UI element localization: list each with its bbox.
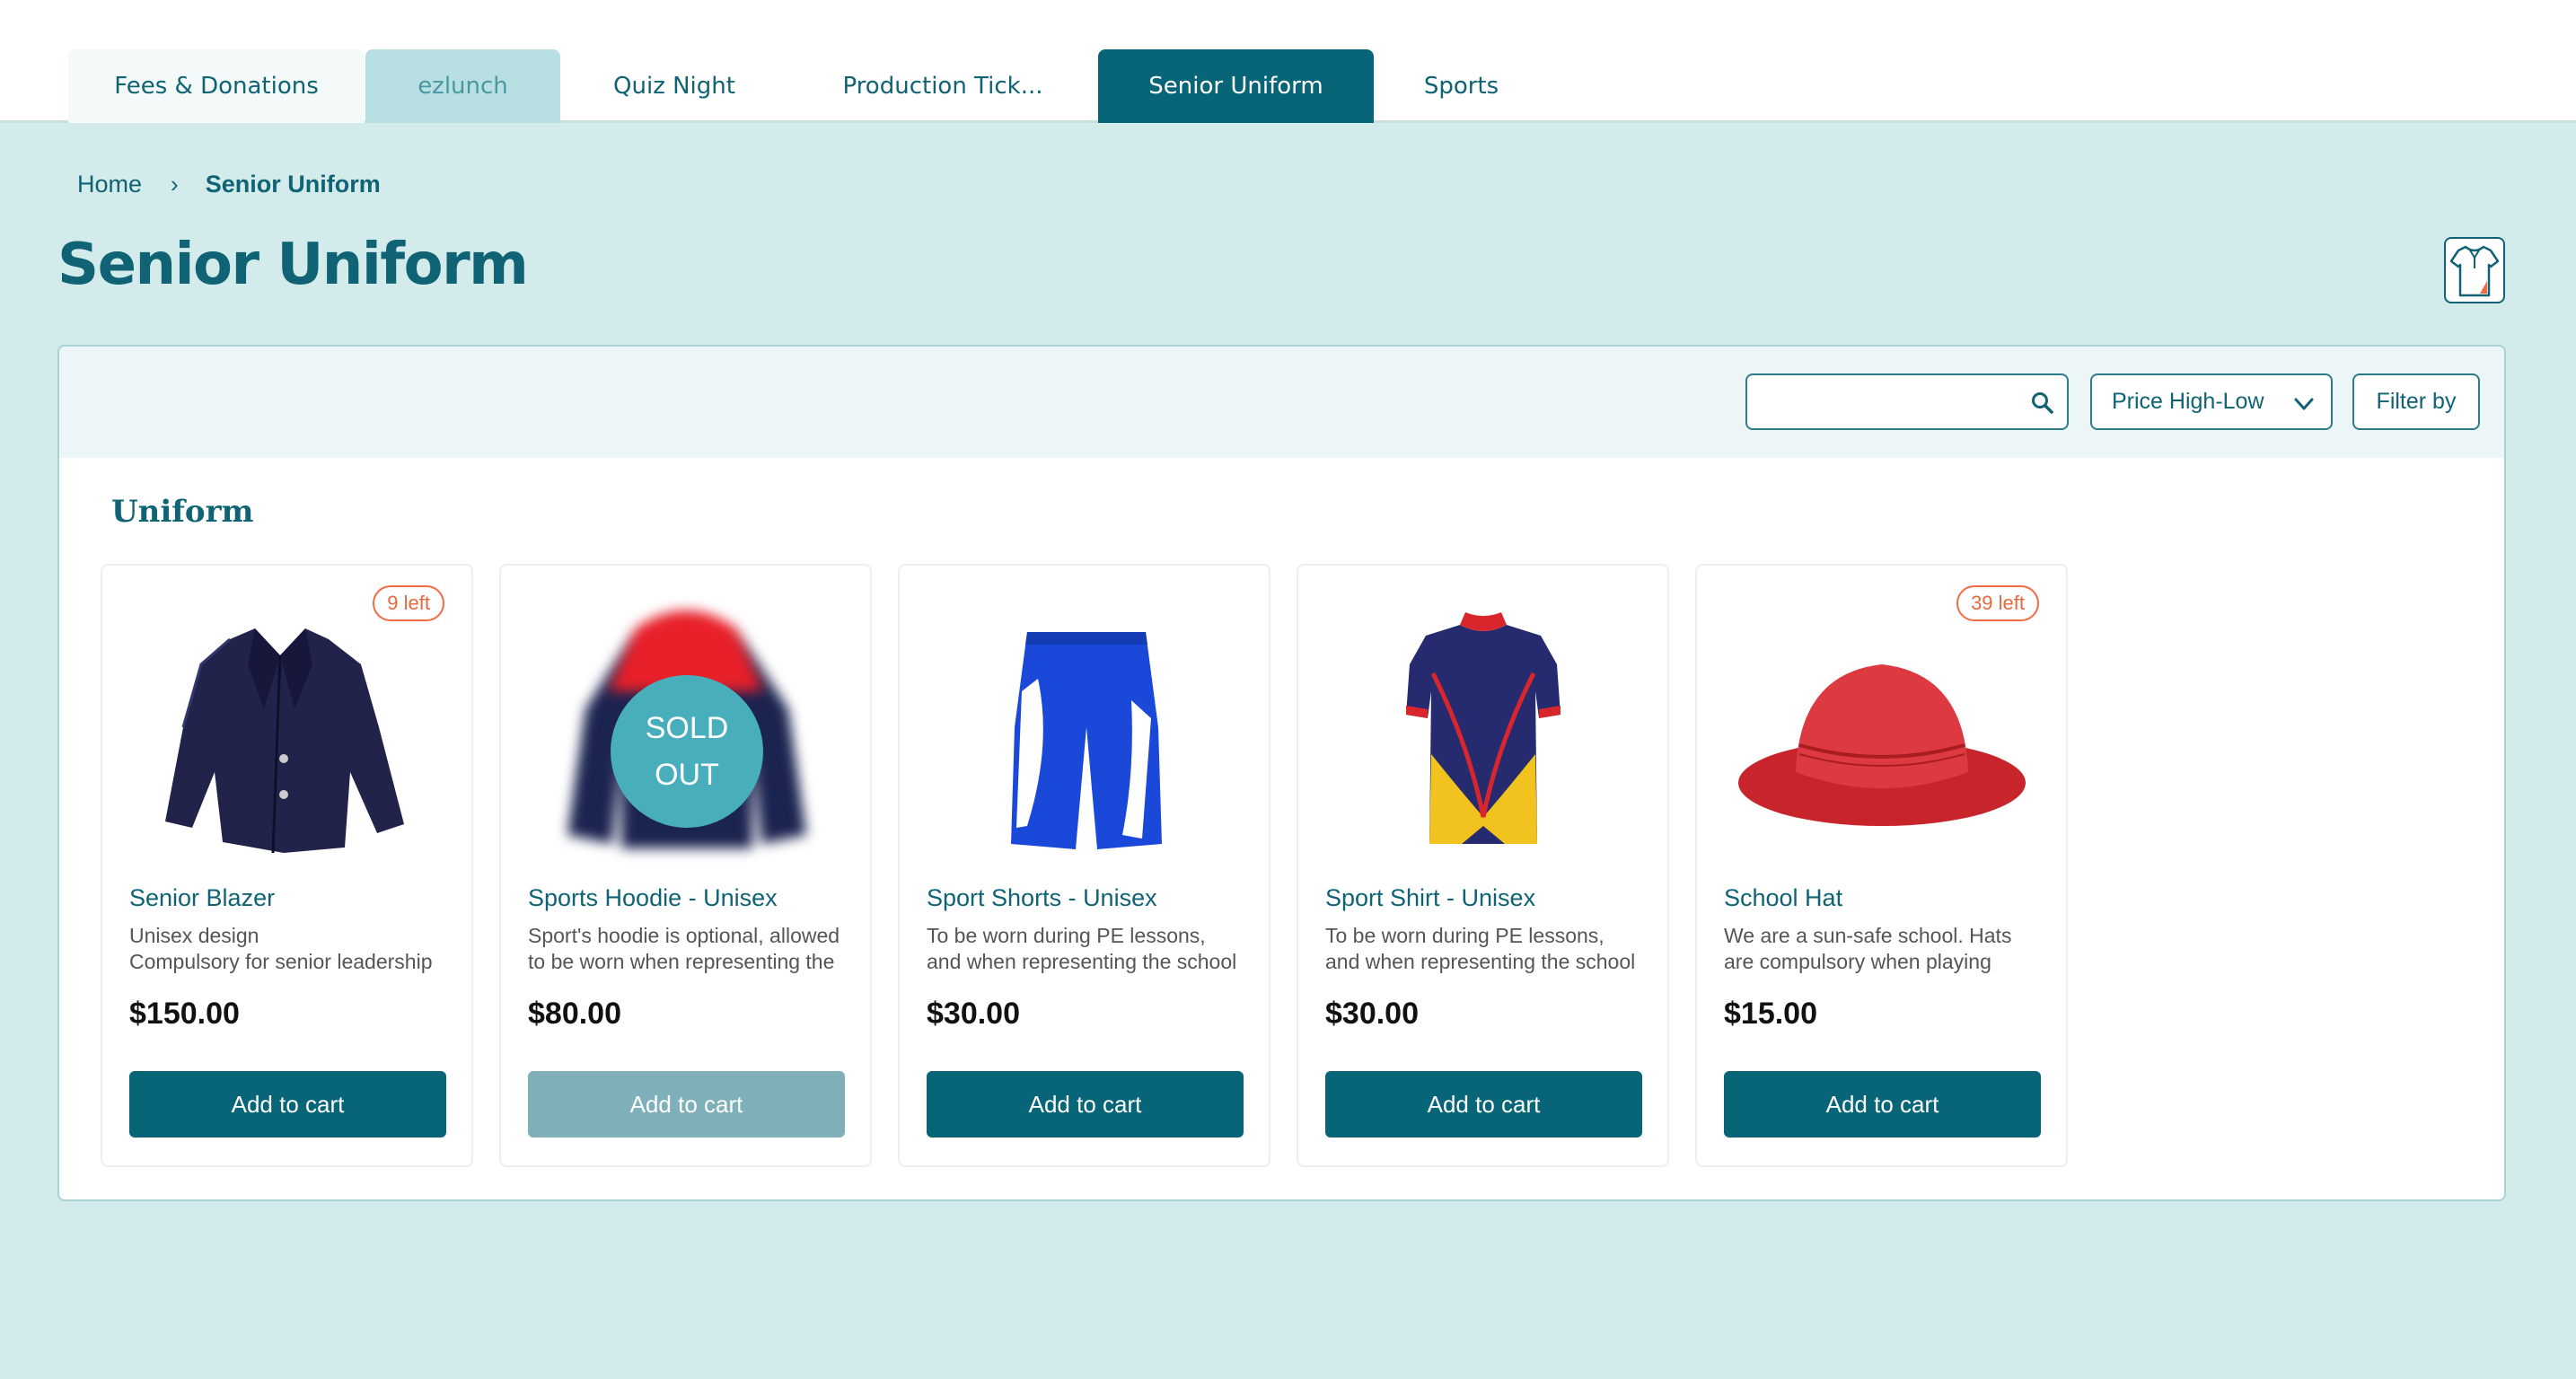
search-icon[interactable] [2031,391,2054,415]
add-to-cart-button[interactable]: Add to cart [528,1071,845,1137]
stock-badge: 39 left [1956,585,2039,621]
sort-dropdown[interactable]: Price High-Low [2090,373,2333,430]
panel-toolbar: Price High-Low Filter by [59,347,2504,458]
tab-fees-donations[interactable]: Fees & Donations [68,49,365,123]
product-card[interactable]: SOLD OUT Sports Hoodie - Unisex Sport's … [499,564,872,1167]
product-card[interactable]: Sport Shorts - Unisex To be worn during … [898,564,1270,1167]
product-price: $30.00 [1325,997,1419,1031]
add-to-cart-button[interactable]: Add to cart [129,1071,446,1137]
tab-sports[interactable]: Sports [1374,49,1549,123]
sold-out-text-line-2: OUT [655,758,719,792]
tab-ezlunch[interactable]: ezlunch [365,49,560,123]
product-card[interactable]: 9 left Senior Blazer Unisex design Compu… [101,564,473,1167]
product-name[interactable]: Senior Blazer [129,884,275,912]
product-price: $80.00 [528,997,621,1031]
breadcrumb: Home › Senior Uniform [77,171,381,198]
product-price: $30.00 [927,997,1020,1031]
breadcrumb-home-link[interactable]: Home [77,171,142,198]
sold-out-badge: SOLD OUT [611,675,763,828]
products-panel: Price High-Low Filter by Uniform 9 left … [57,345,2506,1201]
product-name[interactable]: Sport Shorts - Unisex [927,884,1157,912]
search-input[interactable] [1758,382,2018,422]
search-box[interactable] [1745,373,2069,430]
breadcrumb-current: Senior Uniform [205,171,381,198]
product-description: We are a sun-safe school. Hats are compu… [1724,924,2024,979]
add-to-cart-button[interactable]: Add to cart [927,1071,1244,1137]
product-description: To be worn during PE lessons, and when r… [927,924,1237,979]
product-name[interactable]: Sports Hoodie - Unisex [528,884,778,912]
product-price: $15.00 [1724,997,1817,1031]
product-description: To be worn during PE lessons, and when r… [1325,924,1636,979]
product-card[interactable]: Sport Shirt - Unisex To be worn during P… [1297,564,1669,1167]
add-to-cart-button[interactable]: Add to cart [1325,1071,1642,1137]
tab-production-tickets[interactable]: Production Tick... [788,49,1097,123]
product-card[interactable]: 39 left School Hat We are a sun-safe sch… [1695,564,2068,1167]
product-name[interactable]: Sport Shirt - Unisex [1325,884,1535,912]
product-price: $150.00 [129,997,240,1031]
hat-image[interactable] [1724,593,2041,862]
tab-senior-uniform[interactable]: Senior Uniform [1098,49,1374,123]
uniform-shirt-icon [2444,237,2505,303]
shorts-image[interactable] [927,593,1244,862]
page-title: Senior Uniform [57,232,529,298]
breadcrumb-separator: › [171,171,179,198]
chevron-down-icon [2294,398,2314,410]
shirt-image[interactable] [1325,593,1642,862]
tab-quiz-night[interactable]: Quiz Night [560,49,788,123]
product-description: Unisex design Compulsory for senior lead… [129,924,433,979]
sort-dropdown-label: Price High-Low [2112,389,2264,414]
section-title: Uniform [111,494,254,530]
category-tab-bar: Fees & Donations ezlunch Quiz Night Prod… [0,0,2576,123]
filter-button[interactable]: Filter by [2352,373,2480,430]
sold-out-text-line-1: SOLD [645,711,729,745]
add-to-cart-button[interactable]: Add to cart [1724,1071,2041,1137]
blazer-image[interactable] [129,593,446,862]
stock-badge: 9 left [373,585,444,621]
product-description: Sport's hoodie is optional, allowed to b… [528,924,840,979]
product-name[interactable]: School Hat [1724,884,1842,912]
